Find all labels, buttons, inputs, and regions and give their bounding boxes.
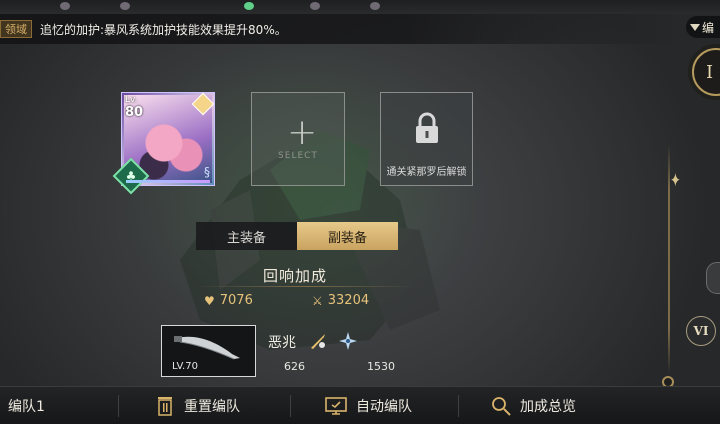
hero-level-label: Lv. xyxy=(125,95,138,105)
domain-tag: 领域 xyxy=(0,20,32,38)
echo-bonus-title: 回响加成 xyxy=(262,267,327,285)
formation-toggle-label: 编 xyxy=(702,20,715,35)
tab-sub-equipment[interactable]: 副装备 xyxy=(297,222,398,250)
hp-value: 7076 xyxy=(219,293,253,308)
side-handle[interactable] xyxy=(706,262,720,294)
bonus-overview-label: 加成总览 xyxy=(520,399,576,415)
select-label: SELECT xyxy=(278,151,318,161)
divider xyxy=(196,286,416,287)
menu-icon[interactable] xyxy=(60,2,70,10)
divider xyxy=(458,395,459,417)
lock-icon xyxy=(416,112,438,143)
divider xyxy=(290,395,291,417)
shuriken-stat-icon xyxy=(339,332,357,350)
ring-label: I xyxy=(706,61,714,83)
blade-icon xyxy=(174,336,240,360)
weapon-card[interactable]: LV.70 xyxy=(161,325,256,377)
hero-slot[interactable]: Lv. 80 ♣ § xyxy=(112,92,215,195)
tab-main-equipment[interactable]: 主装备 xyxy=(196,222,297,250)
divider xyxy=(118,395,119,417)
plus-icon: + xyxy=(287,112,318,153)
reset-team-button[interactable]: 重置编队 xyxy=(154,387,240,424)
auto-team-button[interactable]: 自动编队 xyxy=(324,387,412,424)
signature-icon: § xyxy=(204,165,210,179)
menu-icon[interactable] xyxy=(310,2,320,10)
bottom-toolbar: 编队1 重置编队 自动编队 加成总览 xyxy=(0,386,720,424)
auto-team-label: 自动编队 xyxy=(356,399,412,415)
atk-stat: ⚔ 33204 xyxy=(312,293,369,308)
weapon-name: 恶兆 xyxy=(268,335,296,351)
menu-icon[interactable] xyxy=(120,2,130,10)
formation-toggle[interactable]: 编 xyxy=(686,16,720,38)
search-icon xyxy=(492,397,511,416)
trash-icon xyxy=(158,397,172,416)
reset-team-label: 重置编队 xyxy=(184,399,240,415)
star-ornament-icon: ✦ xyxy=(670,168,681,192)
triangle-down-icon xyxy=(690,23,700,31)
unlock-condition: 通关紧那罗后解锁 xyxy=(386,167,467,178)
stage-six-button[interactable]: VI xyxy=(686,316,716,346)
sword-stat-icon xyxy=(311,334,325,349)
team-selector[interactable]: 编队1 xyxy=(8,387,45,424)
equipment-tabs: 主装备 副装备 xyxy=(196,222,398,250)
auto-team-icon xyxy=(325,397,347,415)
domain-banner: 领域 追忆的加护:暴风系统加护技能效果提升80%。 xyxy=(0,14,680,44)
weapon-stat-1: 626 xyxy=(284,360,305,373)
team-label: 编队1 xyxy=(8,399,45,415)
weapon-stat-2: 1530 xyxy=(367,360,395,373)
top-menu-strip xyxy=(0,0,720,14)
locked-hero-slot[interactable]: 通关紧那罗后解锁 xyxy=(380,92,473,186)
heart-icon: ♥ xyxy=(204,293,215,308)
hero-rarity-bar xyxy=(126,180,210,183)
menu-icon[interactable] xyxy=(370,2,380,10)
hero-level: 80 xyxy=(125,105,144,120)
crossed-swords-icon: ⚔ xyxy=(312,293,323,308)
bonus-overview-button[interactable]: 加成总览 xyxy=(490,387,576,424)
empty-hero-slot[interactable]: + SELECT xyxy=(251,92,345,186)
domain-effect-text: 追忆的加护:暴风系统加护技能效果提升80%。 xyxy=(40,22,287,37)
menu-icon-active[interactable] xyxy=(244,2,254,10)
hp-stat: ♥ 7076 xyxy=(204,293,253,308)
weapon-level: LV.70 xyxy=(172,361,198,372)
atk-value: 33204 xyxy=(327,293,370,308)
stage-label: VI xyxy=(693,324,709,338)
